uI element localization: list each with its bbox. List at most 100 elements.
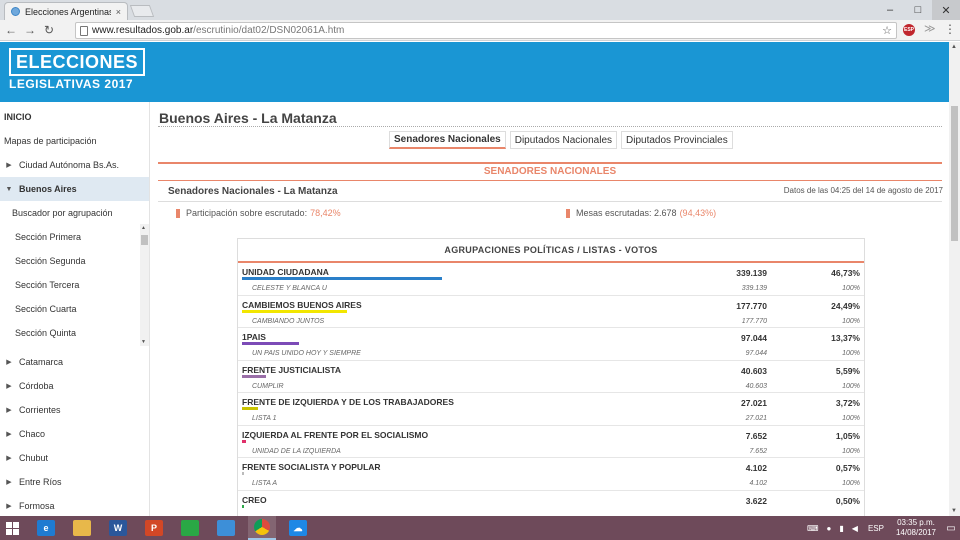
notifications-icon[interactable]: ▭ [942, 516, 960, 540]
party-row: 1PAIS 97.044 13,37% UN PAIS UNIDO HOY Y SIE… [238, 328, 864, 361]
system-tray: ⌨ ● ▮ ◀ ESP 03:35 p.m. 14/08/2017 ▭ [803, 516, 960, 540]
chrome-icon [254, 519, 270, 535]
tab-diputados-provinciales[interactable]: Diputados Provinciales [621, 131, 733, 149]
sidebar-item-caba[interactable]: ▶ Ciudad Autónoma Bs.As. [0, 153, 149, 177]
browser-tab[interactable]: Elecciones Argentinas de × [4, 2, 128, 20]
maximize-button[interactable]: □ [904, 0, 932, 20]
sidebar-item-label: Formosa [19, 501, 55, 511]
clock-time: 03:35 p.m. [897, 518, 935, 527]
system-clock[interactable]: 03:35 p.m. 14/08/2017 [896, 518, 936, 538]
party-row: FRENTE SOCIALISTA Y POPULAR 4.102 0,57% LIS… [238, 458, 864, 491]
browser-menu-icon[interactable]: ⋮ [944, 22, 956, 36]
list-name: CUMPLIR [252, 382, 284, 390]
sidebar-item-cordoba[interactable]: ▶ Córdoba [0, 374, 149, 398]
caret-right-icon: ▶ [6, 383, 12, 390]
minimize-button[interactable]: – [876, 0, 904, 20]
close-window-button[interactable]: ✕ [932, 0, 960, 20]
tab-close-icon[interactable]: × [116, 7, 121, 17]
volume-icon[interactable]: ◀ [852, 524, 858, 533]
extension-icon[interactable]: ≫ [924, 22, 936, 35]
sidebar-item-catamarca[interactable]: ▶ Catamarca [0, 350, 149, 374]
logo-line1: ELECCIONES [9, 48, 146, 76]
party-name: CREO [242, 494, 267, 505]
language-indicator[interactable]: ESP [868, 524, 884, 533]
adblock-extension-icon[interactable]: ESP [903, 24, 915, 36]
list-percentage: 100% [842, 350, 860, 357]
start-button[interactable] [0, 516, 24, 540]
sidebar-item-seccion-cuarta[interactable]: Sección Cuarta [0, 297, 149, 321]
scroll-up-icon[interactable]: ▲ [951, 44, 957, 50]
taskbar-app-file-explorer[interactable] [68, 516, 96, 540]
sidebar-item-seccion-segunda[interactable]: Sección Segunda [0, 249, 149, 273]
title-divider [158, 126, 942, 127]
list-votes: 27.021 [745, 415, 767, 422]
party-percentage: 46,73% [831, 268, 860, 278]
list-name: UN PAIS UNIDO HOY Y SIEMPRE [252, 350, 361, 357]
sidebar-item-mapas[interactable]: Mapas de participación [0, 129, 149, 153]
sidebar-scrollbar[interactable]: ▲ ▼ [140, 224, 149, 346]
bookmark-star-icon[interactable]: ☆ [882, 24, 892, 37]
tray-app-icon[interactable]: ● [827, 524, 832, 533]
sidebar-item-buenos-aires[interactable]: ▼ Buenos Aires [0, 177, 149, 201]
party-name: FRENTE JUSTICIALISTA [242, 364, 342, 375]
tab-senadores-nacionales[interactable]: Senadores Nacionales [389, 131, 506, 149]
taskbar-app-powerpoint[interactable]: P [140, 516, 168, 540]
party-row: FRENTE JUSTICIALISTA 40.603 5,59% CUMPLIR 40… [238, 361, 864, 393]
party-share-bar [242, 472, 244, 475]
tab-diputados-nacionales[interactable]: Diputados Nacionales [509, 131, 617, 149]
tables-value: (94,43%) [679, 208, 717, 218]
sidebar-item-label: Entre Ríos [19, 477, 62, 487]
taskbar-app-onedrive[interactable]: ☁ [284, 516, 312, 540]
data-timestamp: Datos de las 04:25 del 14 de agosto de 2… [783, 186, 943, 195]
browser-toolbar: ← → ↻ www.resultados.gob.ar/escrutinio/d… [0, 20, 960, 41]
page-info-icon[interactable] [80, 25, 88, 36]
sidebar-item-buscador[interactable]: Buscador por agrupación [0, 201, 149, 225]
reload-button[interactable]: ↻ [41, 23, 57, 37]
sidebar-item-chubut[interactable]: ▶ Chubut [0, 446, 149, 470]
party-votes: 97.044 [741, 333, 767, 343]
address-bar[interactable]: www.resultados.gob.ar/escrutinio/dat02/D… [75, 22, 897, 39]
tables-label: Mesas escrutadas: 2.678 [576, 208, 677, 218]
section-divider-bottom [158, 180, 942, 181]
list-votes: 339.139 [741, 285, 767, 292]
windows-logo-icon [5, 521, 19, 535]
party-row: CAMBIEMOS BUENOS AIRES 177.770 24,49% CAMBI… [238, 296, 864, 328]
scroll-down-icon[interactable]: ▼ [951, 508, 957, 514]
list-name: CAMBIANDO JUNTOS [252, 317, 325, 325]
scroll-down-icon[interactable]: ▼ [141, 339, 146, 345]
sidebar-item-corrientes[interactable]: ▶ Corrientes [0, 398, 149, 422]
sidebar-item-seccion-tercera[interactable]: Sección Tercera [0, 273, 149, 297]
forward-button[interactable]: → [22, 23, 38, 37]
taskbar-app-word[interactable]: W [104, 516, 132, 540]
keyboard-icon[interactable]: ⌨ [807, 524, 819, 533]
sidebar-item-formosa[interactable]: ▶ Formosa [0, 494, 149, 516]
stat-marker [176, 208, 180, 218]
taskbar-app-chrome[interactable] [248, 516, 276, 540]
taskbar-app-store[interactable] [176, 516, 204, 540]
back-button[interactable]: ← [3, 23, 19, 37]
page-scrollbar[interactable]: ▲ ▼ [949, 42, 960, 516]
taskbar-app-ie[interactable]: e [32, 516, 60, 540]
sidebar-item-chaco[interactable]: ▶ Chaco [0, 422, 149, 446]
site-banner: ELECCIONES LEGISLATIVAS 2017 [0, 42, 949, 102]
results-header: AGRUPACIONES POLÍTICAS / LISTAS - VOTOS [238, 239, 864, 263]
scroll-up-icon[interactable]: ▲ [141, 225, 146, 231]
sidebar-item-seccion-quinta[interactable]: Sección Quinta [0, 321, 149, 345]
sidebar-scroll-thumb[interactable] [141, 235, 148, 245]
sidebar-item-entre-rios[interactable]: ▶ Entre Ríos [0, 470, 149, 494]
sidebar-item-seccion-primera[interactable]: Sección Primera [0, 225, 149, 249]
list-percentage: 100% [842, 447, 860, 455]
list-percentage: 100% [842, 382, 860, 390]
caret-right-icon: ▶ [6, 503, 12, 510]
taskbar-app-app-blue[interactable] [212, 516, 240, 540]
page-scroll-thumb[interactable] [951, 106, 958, 241]
site-logo[interactable]: ELECCIONES LEGISLATIVAS 2017 [9, 48, 146, 91]
party-share-bar [242, 342, 299, 345]
network-icon[interactable]: ▮ [839, 524, 843, 533]
caret-right-icon: ▶ [6, 479, 12, 486]
new-tab-button[interactable] [129, 5, 155, 17]
ie-icon: e [37, 520, 55, 536]
party-name: CAMBIEMOS BUENOS AIRES [242, 299, 362, 310]
sidebar-item-inicio[interactable]: INICIO [0, 105, 149, 129]
caret-right-icon: ▶ [6, 162, 12, 169]
